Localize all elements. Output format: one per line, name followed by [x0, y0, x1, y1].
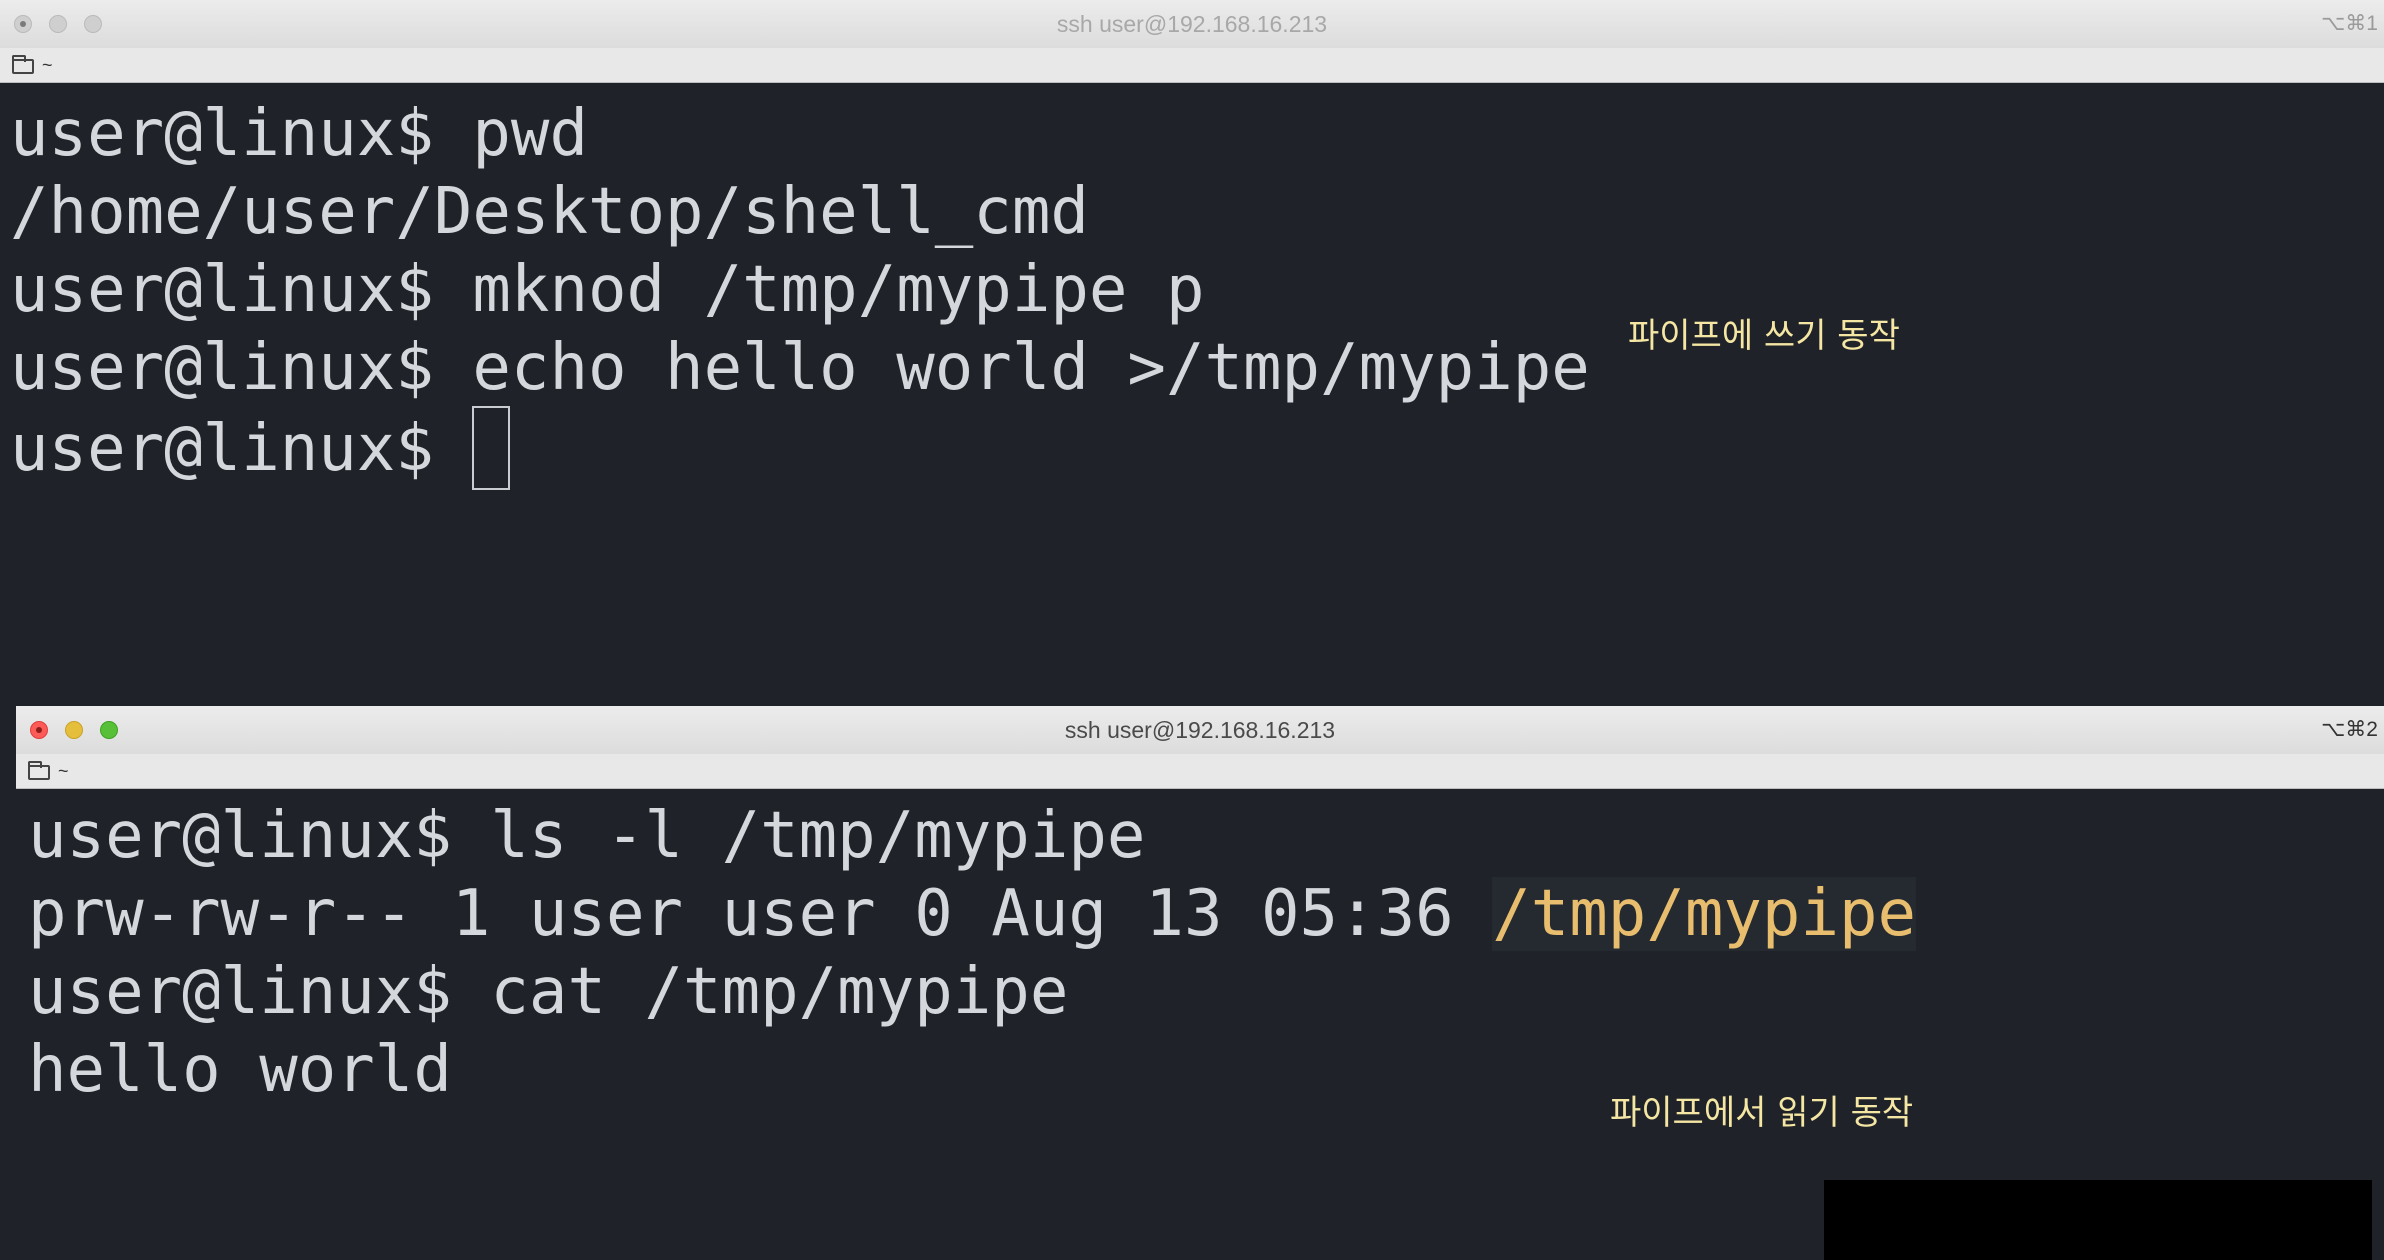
prompt: user@linux$	[10, 253, 473, 327]
prompt: user@linux$	[10, 331, 473, 405]
tab-path-label: ~	[58, 761, 69, 781]
terminal-line: user@linux$ cat /tmp/mypipe	[28, 952, 1068, 1032]
caption-write-pipe: 파이프에 쓰기 동작	[1628, 316, 1900, 356]
terminal-line: user@linux$ pwd	[10, 94, 588, 174]
output: hello world	[28, 1033, 452, 1107]
command: mknod /tmp/mypipe p	[472, 253, 1205, 327]
tab-bar[interactable]: ~	[16, 754, 2384, 789]
text-cursor	[472, 406, 511, 490]
terminal-line: hello world	[28, 1030, 452, 1110]
terminal-line: user@linux$	[10, 406, 511, 490]
command: pwd	[472, 97, 588, 171]
terminal-window-top[interactable]: ssh user@192.168.16.213 ⌥⌘1 ~ user@linux…	[0, 0, 2384, 710]
highlighted-path: /tmp/mypipe	[1492, 877, 1917, 951]
tab-path[interactable]: ~	[28, 754, 69, 788]
terminal-line: user@linux$ echo hello world >/tmp/mypip…	[10, 328, 1590, 408]
terminal-line: user@linux$ mknod /tmp/mypipe p	[10, 250, 1204, 330]
prompt: user@linux$	[10, 97, 473, 171]
terminal-line: prw-rw-r-- 1 user user 0 Aug 13 05:36 /t…	[28, 874, 1917, 954]
window-shortcut: ⌥⌘1	[2321, 12, 2378, 35]
terminal-content[interactable]: user@linux$ pwd /home/user/Desktop/shell…	[0, 84, 2384, 710]
terminal-line: /home/user/Desktop/shell_cmd	[10, 172, 1089, 252]
terminal-line: user@linux$ ls -l /tmp/mypipe	[28, 796, 1145, 876]
window-shortcut: ⌥⌘2	[2321, 718, 2378, 741]
tab-bar[interactable]: ~	[0, 48, 2384, 83]
prompt: user@linux$	[28, 799, 491, 873]
output: /home/user/Desktop/shell_cmd	[10, 175, 1089, 249]
tab-path-label: ~	[42, 55, 53, 75]
prompt: user@linux$	[10, 412, 473, 486]
title-bar[interactable]: ssh user@192.168.16.213 ⌥⌘2	[16, 706, 2384, 755]
command: cat /tmp/mypipe	[490, 955, 1069, 1029]
folder-icon	[28, 760, 50, 780]
redaction-box	[1824, 1180, 2372, 1260]
caption-read-pipe: 파이프에서 읽기 동작	[1610, 1093, 1914, 1133]
window-title: ssh user@192.168.16.213	[1056, 11, 1328, 37]
window-title: ssh user@192.168.16.213	[1064, 717, 1336, 743]
command: echo hello world >/tmp/mypipe	[472, 331, 1590, 405]
output: prw-rw-r-- 1 user user 0 Aug 13 05:36	[28, 877, 1493, 951]
title-bar[interactable]: ssh user@192.168.16.213 ⌥⌘1	[0, 0, 2384, 49]
tab-path[interactable]: ~	[12, 48, 53, 82]
terminal-window-bottom[interactable]: ssh user@192.168.16.213 ⌥⌘2 ~ user@linux…	[16, 706, 2384, 1260]
command: ls -l /tmp/mypipe	[490, 799, 1146, 873]
prompt: user@linux$	[28, 955, 491, 1029]
folder-icon	[12, 54, 34, 74]
